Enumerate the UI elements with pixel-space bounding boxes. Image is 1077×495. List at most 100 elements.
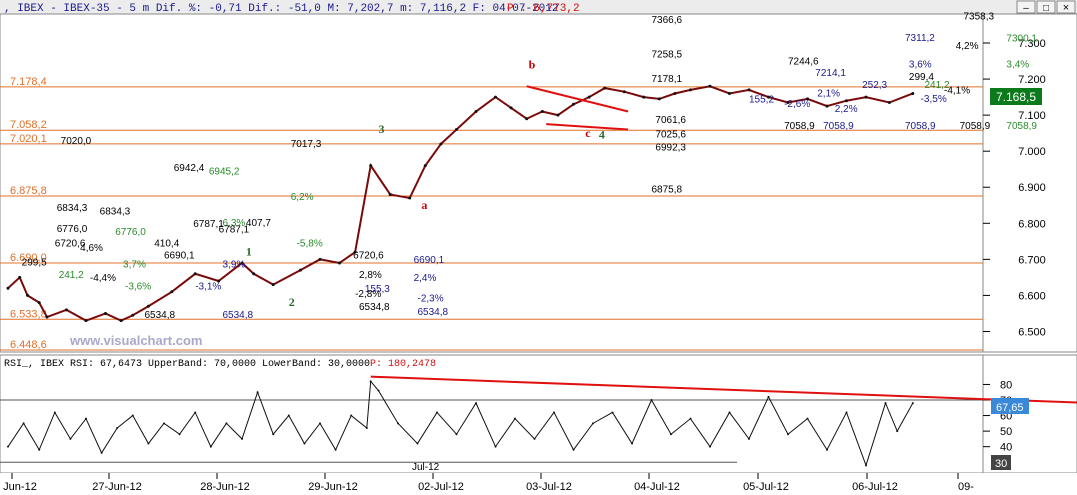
rsi-point: [365, 427, 368, 429]
rsi-point: [845, 411, 848, 414]
x-tick-label-4: 02-Jul-12: [418, 481, 464, 493]
annotation-label: 6,2%: [291, 192, 314, 203]
x-tick-label-0: Jun-12: [3, 481, 37, 493]
price-point: [728, 91, 731, 95]
rsi-point: [38, 448, 41, 451]
level-label-5: 6.533,8: [10, 308, 47, 320]
price-tick-label-6: 6.700: [1018, 254, 1046, 266]
annotation-label: 3,6%: [909, 60, 932, 71]
rsi-last-badge: 67,65: [991, 398, 1029, 414]
annotation-label: 2,4%: [414, 273, 437, 284]
annotation-label: 2,1%: [817, 88, 840, 99]
annotation-label: 6690,1: [164, 251, 195, 262]
rsi-point: [319, 422, 321, 425]
price-tick-label-8: 6.500: [1018, 326, 1046, 338]
rsi-point: [572, 448, 575, 451]
price-point: [271, 283, 275, 287]
price-point: [455, 128, 458, 132]
rsi-point: [475, 402, 477, 405]
rsi-point: [147, 442, 150, 445]
annotation-label: 6534,8: [223, 310, 254, 321]
price-point: [26, 293, 29, 297]
rsi-tick-label-4: 40: [1000, 442, 1012, 454]
annotation-label: 2,8%: [359, 270, 382, 281]
rsi-point: [377, 389, 380, 392]
annotation-label: 4,6%: [80, 243, 103, 254]
price-tick-label-5: 6.800: [1018, 218, 1046, 230]
annotation-label: 6776,0: [115, 227, 146, 238]
annotation-label: 7358,3: [964, 12, 995, 23]
x-tick-label-5: 03-Jul-12: [526, 481, 572, 493]
rsi-point: [303, 442, 306, 445]
price-point: [369, 164, 373, 168]
price-point: [673, 91, 677, 95]
rsi-point: [53, 411, 56, 414]
wave-label: c: [585, 126, 591, 140]
annotation-label: 7178,1: [652, 74, 683, 85]
rsi-point: [911, 402, 914, 405]
last-price-badge: 7.168,5: [990, 88, 1042, 105]
rsi-point: [100, 451, 103, 454]
x-tick-label-6: 04-Jul-12: [634, 481, 680, 493]
rsi-point: [896, 430, 899, 433]
annotation-label: 410,4: [154, 239, 179, 250]
annotation-label: 3,9%: [223, 259, 246, 270]
level-label-0: 7.178,4: [10, 76, 47, 88]
rsi-point: [131, 414, 134, 417]
price-point: [747, 88, 751, 92]
annotation-label: 3,7%: [123, 259, 146, 270]
rsi-point: [194, 411, 197, 414]
price-point: [193, 272, 197, 276]
wave-label: b: [529, 57, 536, 71]
x-tick-label-3: 29-Jun-12: [308, 481, 358, 493]
rsi-point: [350, 414, 353, 417]
wave-label: 1: [246, 245, 252, 259]
annotation-label: 6942,4: [174, 163, 205, 174]
annotation-label: -5,8%: [297, 239, 323, 250]
rsi-point: [436, 411, 438, 414]
rsi-point: [225, 422, 228, 425]
rsi-point: [7, 445, 9, 448]
price-tick-label-3: 7.000: [1018, 146, 1046, 158]
price-point: [864, 95, 868, 99]
annotation-label: 7058,9: [960, 121, 991, 132]
price-pane[interactable]: [0, 13, 984, 353]
x-tick-label-9: 09-: [958, 481, 974, 493]
rsi-point: [455, 433, 458, 436]
rsi-label-p: P: 180,2478: [370, 359, 436, 370]
rsi-pane[interactable]: [0, 354, 984, 474]
price-point: [657, 97, 661, 101]
annotation-label: 6690,1: [414, 255, 445, 266]
rsi-point: [494, 445, 497, 448]
price-point: [911, 91, 915, 95]
rsi-point: [709, 445, 711, 448]
annotation-label: 7061,6: [655, 115, 686, 126]
rsi-point: [416, 442, 419, 445]
window-buttons: – □ ×: [1016, 0, 1076, 14]
annotation-label: 299,5: [22, 257, 47, 268]
rsi-point: [631, 442, 633, 445]
level-label-2: 7.020,1: [10, 133, 47, 145]
price-point: [423, 164, 427, 168]
annotation-label: -3,1%: [195, 281, 221, 292]
rsi-point: [553, 411, 555, 414]
price-tick-label-7: 6.600: [1018, 290, 1046, 302]
rsi-lower-badge: 30: [991, 455, 1011, 470]
x-tick-label-1: 27-Jun-12: [92, 481, 142, 493]
price-point: [887, 101, 891, 105]
rsi-lower-label: 30: [995, 458, 1007, 470]
rsi-point: [85, 417, 87, 420]
price-tick-label-4: 6.900: [1018, 182, 1046, 194]
rsi-point: [22, 422, 25, 425]
price-point: [556, 113, 560, 117]
annotation-label: 7244,6: [788, 57, 819, 68]
annotation-label: 7058,9: [1006, 121, 1037, 132]
annotation-label: 2,2%: [835, 104, 858, 115]
rsi-point: [884, 402, 887, 405]
chart-header: , IBEX - IBEX-35 - 5 m Dif. %: -0,71 Dif…: [4, 3, 559, 15]
rsi-point: [209, 445, 212, 448]
rsi-point: [767, 395, 770, 398]
price-tick-label-1: 7.200: [1018, 74, 1046, 86]
price-point: [439, 142, 443, 146]
annotation-label: 407,7: [246, 218, 271, 229]
